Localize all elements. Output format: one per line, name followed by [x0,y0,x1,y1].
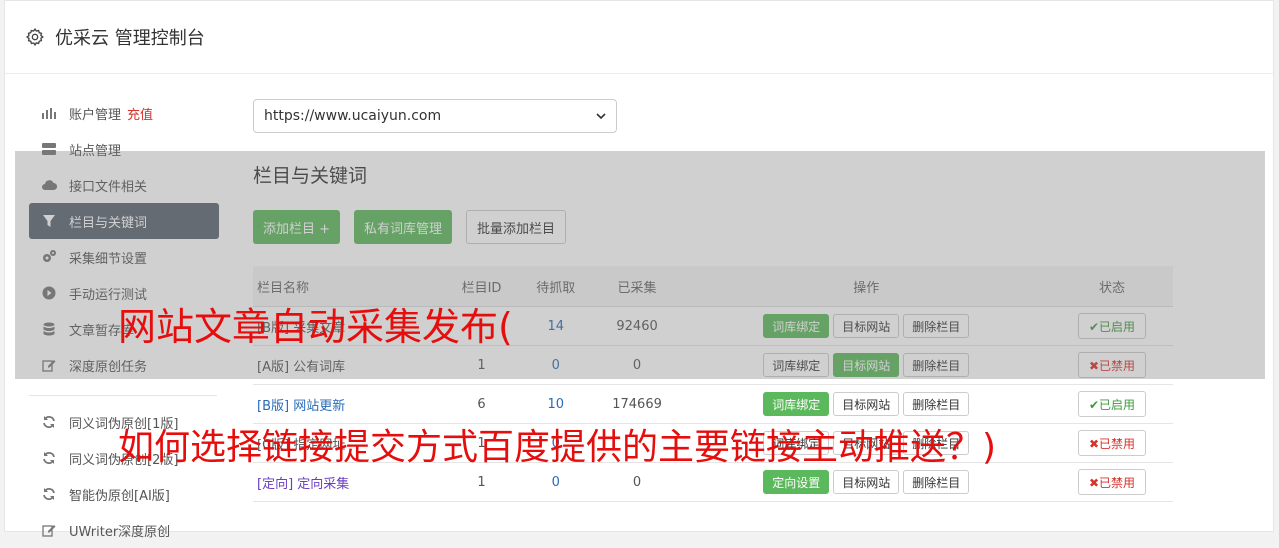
sidebar-item-collect-settings[interactable]: 采集细节设置 [29,239,219,275]
server-icon [41,141,57,157]
section-title: 栏目与关键词 [253,165,368,187]
status-badge[interactable]: ✔已启用 [1077,313,1146,339]
direct-settings-button[interactable]: 定向设置 [763,470,830,494]
cloud-upload-icon [41,177,57,193]
sidebar-item-uwriter[interactable]: UWriter深度原创 [29,512,219,548]
sidebar-item-label: 栏目与关键词 [69,215,148,231]
col-header: 操作 [681,266,1051,307]
pending-count[interactable]: 14 [519,306,593,346]
status-badge[interactable]: ✖已禁用 [1077,469,1146,495]
recharge-link[interactable]: 充值 [127,104,153,123]
bar-chart-icon [41,105,57,121]
col-header: 已采集 [592,266,682,307]
status-badge[interactable]: ✖已禁用 [1077,430,1146,456]
refresh-icon [41,486,57,502]
add-column-button[interactable]: 添加栏目 + [253,210,341,244]
lexicon-bind-button[interactable]: 词库绑定 [763,314,830,338]
sidebar-divider [29,395,217,396]
col-header: 状态 [1050,266,1173,307]
site-select[interactable]: https://www.ucaiyun.com [253,99,617,133]
overlay-headline-line1: 网站文章自动采集发布( [118,305,513,349]
sidebar-item-label: 接口文件相关 [69,179,148,195]
sidebar-item-account[interactable]: 账户管理 充值 [29,95,219,131]
chevron-down-icon [596,112,606,119]
collected-count: 92460 [592,306,682,346]
collected-count: 0 [592,345,682,385]
edit-icon [41,357,57,373]
delete-column-button[interactable]: 删除栏目 [903,392,970,416]
sidebar-item-label: UWriter深度原创 [69,524,171,540]
col-header: 待抓取 [519,266,593,307]
gear-icon [25,27,44,47]
site-select-value: https://www.ucaiyun.com [264,108,442,124]
sidebar-item-ai[interactable]: 智能伪原创[AI版] [29,476,219,512]
batch-add-button[interactable]: 批量添加栏目 [466,210,567,244]
play-icon [41,285,57,301]
private-lexicon-button[interactable]: 私有词库管理 [354,210,453,244]
sidebar-item-columns[interactable]: 栏目与关键词 [29,203,219,239]
header: 优采云 管理控制台 [5,1,1273,74]
table-row: [A版] 公有词库 1 0 0 词库绑定 目标网站 删除栏目 ✖已禁用 [253,345,1173,385]
delete-column-button[interactable]: 删除栏目 [903,353,970,377]
sidebar-item-label: 账户管理 [69,107,122,123]
status-badge[interactable]: ✔已启用 [1077,391,1146,417]
lexicon-bind-button[interactable]: 词库绑定 [763,392,830,416]
delete-column-button[interactable]: 删除栏目 [903,470,970,494]
sidebar-item-label: 智能伪原创[AI版] [69,488,170,504]
overlay-headline-line2: 如何选择链接提交方式百度提供的主要链接主动推送？) [118,427,997,468]
database-icon [41,321,57,337]
lexicon-bind-button[interactable]: 词库绑定 [763,353,830,377]
filter-icon [41,213,57,229]
sidebar-item-label: 深度原创任务 [69,359,148,375]
sidebar-item-interface[interactable]: 接口文件相关 [29,167,219,203]
toolbar: 添加栏目 + 私有词库管理 批量添加栏目 [253,210,1173,244]
delete-column-button[interactable]: 删除栏目 [903,314,970,338]
status-badge[interactable]: ✖已禁用 [1077,352,1146,378]
sidebar-item-label: 站点管理 [69,143,122,159]
target-site-button[interactable]: 目标网站 [833,392,900,416]
sidebar-item-sites[interactable]: 站点管理 [29,131,219,167]
column-name[interactable]: [A版] 公有词库 [253,345,444,385]
gears-icon [41,249,57,265]
target-site-button[interactable]: 目标网站 [833,314,900,338]
sidebar-item-deep-original[interactable]: 深度原创任务 [29,347,219,383]
page-title: 优采云 管理控制台 [55,28,205,49]
column-id: 1 [444,345,520,385]
pending-count[interactable]: 0 [519,345,593,385]
target-site-button[interactable]: 目标网站 [833,470,900,494]
refresh-icon [41,450,57,466]
refresh-icon [41,414,57,430]
sidebar-item-label: 采集细节设置 [69,251,148,267]
target-site-button[interactable]: 目标网站 [833,353,900,377]
edit-icon [41,522,57,538]
